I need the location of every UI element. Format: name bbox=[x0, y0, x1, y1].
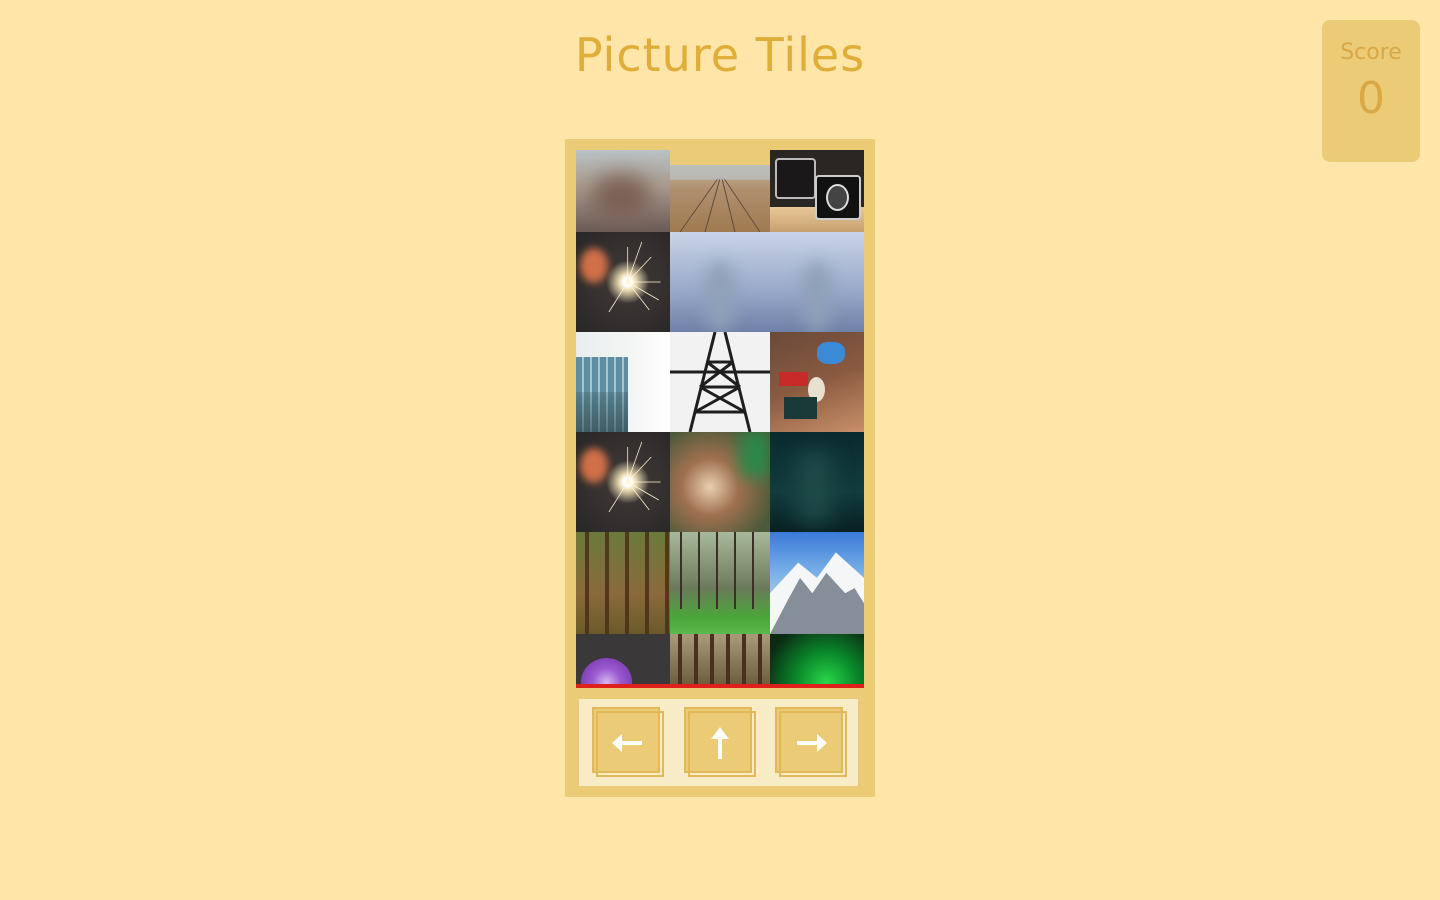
tile-blurred-blue bbox=[670, 232, 770, 332]
tile-blurred-blue bbox=[770, 232, 864, 332]
tile-grid bbox=[576, 150, 864, 688]
tile-railway-tracks bbox=[670, 165, 770, 232]
score-value: 0 bbox=[1357, 73, 1385, 124]
tile-blurred-dusk bbox=[576, 150, 670, 232]
arrow-up-icon bbox=[711, 727, 729, 759]
game-board bbox=[565, 139, 875, 797]
tile-blurred-green-brown bbox=[670, 432, 770, 532]
tile-green-glow bbox=[770, 634, 864, 688]
tile-forest-green-grass bbox=[670, 532, 770, 634]
tile-sparkler bbox=[576, 432, 670, 532]
tile-desk-stickers bbox=[770, 332, 864, 432]
score-panel: Score 0 bbox=[1322, 20, 1420, 162]
tile-snowy-mountains bbox=[770, 532, 864, 634]
column-left[interactable] bbox=[576, 150, 670, 688]
column-right[interactable] bbox=[770, 150, 864, 688]
tile-sparkler bbox=[576, 232, 670, 332]
score-label: Score bbox=[1340, 40, 1402, 65]
tile-blurred-teal bbox=[770, 432, 864, 532]
tile-purple-flower bbox=[576, 634, 670, 688]
move-right-button[interactable] bbox=[775, 707, 847, 777]
danger-line bbox=[576, 684, 864, 688]
tile-vintage-cameras bbox=[770, 150, 864, 232]
tile-glass-building bbox=[576, 332, 670, 432]
drop-button[interactable] bbox=[684, 707, 756, 777]
tile-steel-tower bbox=[670, 332, 770, 432]
tile-pine-forest bbox=[576, 532, 670, 634]
tile-forest-trunks bbox=[670, 634, 770, 688]
game-title: Picture Tiles bbox=[574, 28, 866, 82]
arrow-right-icon bbox=[797, 734, 827, 752]
arrow-left-icon bbox=[612, 734, 642, 752]
controls-panel bbox=[579, 699, 858, 786]
move-left-button[interactable] bbox=[592, 707, 664, 777]
column-middle[interactable] bbox=[670, 150, 770, 688]
